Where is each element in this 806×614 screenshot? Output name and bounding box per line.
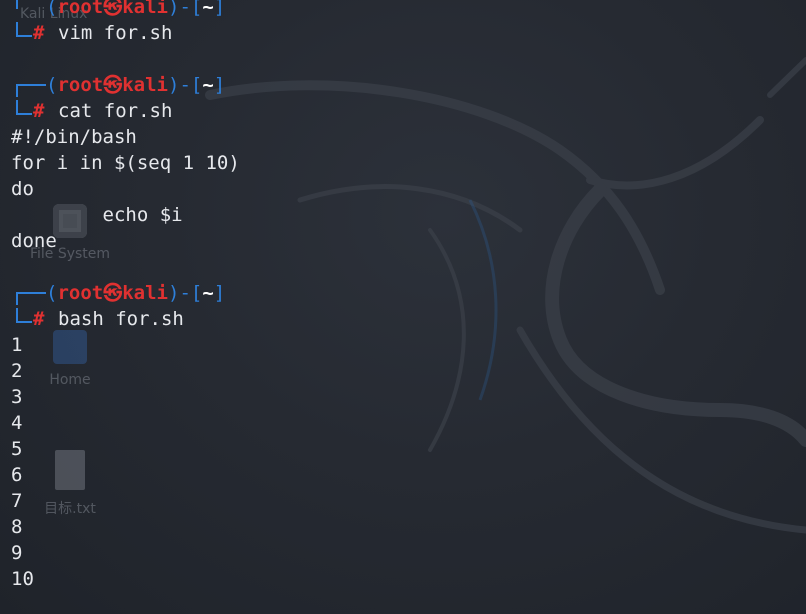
output-line: 10	[11, 568, 34, 590]
output-line: 6	[11, 464, 23, 486]
prompt-frame-top	[16, 0, 46, 9]
prompt-frame-bottom	[16, 100, 32, 115]
command-text: vim for.sh	[58, 22, 173, 44]
output-line: 2	[11, 360, 23, 382]
command-text: bash for.sh	[58, 308, 184, 330]
output-line: 8	[11, 516, 23, 538]
output-line: for i in $(seq 1 10)	[11, 152, 240, 174]
output-line: do	[11, 178, 34, 200]
prompt-line: )-[(root㉿kali)-[~]	[46, 0, 226, 18]
prompt-hash: #	[33, 100, 45, 122]
output-line: 1	[11, 334, 23, 356]
prompt-line: (root㉿kali)-[~]	[46, 74, 226, 96]
prompt-line: (root㉿kali)-[~]	[46, 282, 226, 304]
output-line: 5	[11, 438, 23, 460]
prompt-frame-top	[16, 84, 46, 97]
output-line: echo $i	[11, 204, 183, 226]
output-line: #!/bin/bash	[11, 126, 137, 148]
command-text: cat for.sh	[58, 100, 173, 122]
output-line: 3	[11, 386, 23, 408]
terminal-output[interactable]: )-[(root㉿kali)-[~] # vim for.sh (root㉿ka…	[0, 0, 806, 614]
output-line: 9	[11, 542, 23, 564]
prompt-frame-bottom	[16, 22, 32, 37]
desktop-screen: Kali Linux File System Home 目标.txt )-[(r…	[0, 0, 806, 614]
prompt-hash: #	[33, 308, 45, 330]
prompt-hash: #	[33, 22, 45, 44]
prompt-frame-top	[16, 292, 46, 305]
output-line: 4	[11, 412, 23, 434]
output-line: 7	[11, 490, 23, 512]
output-line: done	[11, 230, 57, 252]
prompt-frame-bottom	[16, 308, 32, 323]
